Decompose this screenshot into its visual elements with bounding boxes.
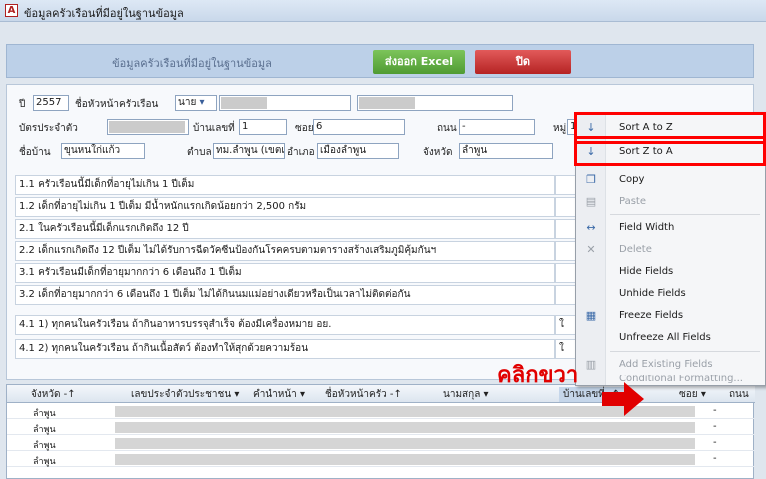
chevron-down-icon: ▾ bbox=[199, 97, 205, 108]
chevron-down-icon: ▾ bbox=[300, 389, 306, 400]
tambon-field[interactable]: ทม.ลำพูน (เขตเมื bbox=[213, 143, 285, 159]
question-row: 1.1 ครัวเรือนนี้มีเด็กที่อายุไม่เกิน 1 ป… bbox=[15, 175, 555, 195]
arrow-icon bbox=[602, 382, 644, 416]
chevron-down-icon: ▾ bbox=[700, 389, 706, 400]
chevron-down-icon: ▾ bbox=[234, 389, 240, 400]
road-label: ถนน bbox=[437, 123, 457, 134]
column-header-road[interactable]: ถนน bbox=[729, 387, 749, 402]
last-name-field[interactable] bbox=[357, 95, 513, 111]
question-row: 4.1 2) ทุกคนในครัวเรือน ถ้ากินเนื้อสัตว์… bbox=[15, 339, 555, 359]
moo-label: หมู่ bbox=[553, 123, 567, 134]
tambon-label: ตำบล bbox=[187, 147, 212, 158]
head-name-label: ชื่อหัวหน้าครัวเรือน bbox=[75, 99, 159, 110]
id-card-label: บัตรประจำตัว bbox=[19, 123, 78, 134]
column-header-head-name[interactable]: ชื่อหัวหน้าครัว -↑ bbox=[325, 387, 402, 402]
window-title: ข้อมูลครัวเรือนที่มีอยู่ในฐานข้อมูล bbox=[24, 7, 184, 20]
column-header-soi[interactable]: ซอย ▾ bbox=[679, 387, 706, 402]
header-banner: ข้อมูลครัวเรือนที่มีอยู่ในฐานข้อมูล ส่งอ… bbox=[6, 44, 754, 78]
village-label: ชื่อบ้าน bbox=[19, 147, 51, 158]
delete-icon: ✕ bbox=[586, 243, 596, 256]
amphoe-label: อำเภอ bbox=[287, 147, 315, 158]
menu-item-label: Unhide Fields bbox=[619, 288, 686, 299]
highlight-box-sort-z-to-a bbox=[574, 136, 766, 166]
sort-icon: -↑ bbox=[389, 389, 402, 400]
add-fields-icon: ▥ bbox=[585, 358, 597, 371]
column-header-surname[interactable]: นามสกุล ▾ bbox=[443, 387, 489, 402]
province-field[interactable]: ลำพูน bbox=[459, 143, 553, 159]
chevron-down-icon: ▾ bbox=[483, 389, 489, 400]
province-cell: ลำพูน bbox=[33, 441, 56, 451]
menu-item-label: Unfreeze All Fields bbox=[619, 332, 711, 343]
menu-item-add-existing-fields[interactable]: ▥ Add Existing Fields bbox=[576, 354, 765, 376]
prefix-select[interactable]: นาย ▾ bbox=[175, 95, 217, 111]
menu-item-label: Freeze Fields bbox=[619, 310, 684, 321]
menu-item-label: Copy bbox=[619, 174, 645, 185]
province-cell: ลำพูน bbox=[33, 425, 56, 435]
question-row: 1.2 เด็กที่อายุไม่เกิน 1 ปีเต็ม มีน้ำหนั… bbox=[15, 197, 555, 217]
freeze-icon: ▦ bbox=[585, 309, 597, 322]
year-field[interactable]: 2557 bbox=[33, 95, 69, 111]
menu-item-unhide-fields[interactable]: Unhide Fields bbox=[576, 283, 765, 305]
close-button[interactable]: ปิด bbox=[475, 50, 571, 74]
column-header-prefix[interactable]: คำนำหน้า ▾ bbox=[253, 387, 305, 402]
question-row: 3.1 ครัวเรือนมีเด็กที่อายุมากกว่า 6 เดือ… bbox=[15, 263, 555, 283]
first-name-field[interactable] bbox=[219, 95, 351, 111]
question-row: 2.1 ในครัวเรือนนี้มีเด็กแรกเกิดถึง 12 ปี bbox=[15, 219, 555, 239]
road-field[interactable]: - bbox=[459, 119, 535, 135]
menu-item-copy[interactable]: ❐ Copy bbox=[576, 169, 765, 191]
year-label: ปี bbox=[19, 99, 26, 110]
copy-icon: ❐ bbox=[586, 173, 596, 186]
table-row[interactable]: ลำพูน - bbox=[7, 420, 755, 435]
redacted-cell bbox=[115, 438, 695, 449]
road-cell: - bbox=[713, 437, 717, 448]
menu-item-field-width[interactable]: ↔ Field Width bbox=[576, 217, 765, 239]
export-excel-button[interactable]: ส่งออก Excel bbox=[373, 50, 465, 74]
app-icon: A bbox=[5, 4, 18, 17]
menu-item-paste[interactable]: ▤ Paste bbox=[576, 191, 765, 213]
soi-field[interactable]: 6 bbox=[313, 119, 405, 135]
menu-item-label: Field Width bbox=[619, 222, 675, 233]
province-cell: ลำพูน bbox=[33, 409, 56, 419]
field-width-icon: ↔ bbox=[586, 221, 596, 234]
amphoe-field[interactable]: เมืองลำพูน bbox=[317, 143, 399, 159]
road-cell: - bbox=[713, 421, 717, 432]
menu-separator bbox=[610, 351, 760, 352]
banner-title: ข้อมูลครัวเรือนที่มีอยู่ในฐานข้อมูล bbox=[112, 57, 272, 70]
house-no-label: บ้านเลขที่ bbox=[193, 123, 235, 134]
table-row[interactable]: ลำพูน - bbox=[7, 452, 755, 467]
road-cell: - bbox=[713, 405, 717, 416]
menu-item-label: Add Existing Fields bbox=[619, 359, 713, 370]
paste-icon: ▤ bbox=[585, 195, 597, 208]
village-field[interactable]: ขุนหนใก่แก้ว bbox=[61, 143, 145, 159]
column-header-citizen-id[interactable]: เลขประจำตัวประชาชน ▾ bbox=[131, 387, 239, 402]
menu-item-delete[interactable]: ✕ Delete bbox=[576, 239, 765, 261]
redacted-cell bbox=[115, 454, 695, 465]
menu-item-freeze-fields[interactable]: ▦ Freeze Fields bbox=[576, 305, 765, 327]
id-card-field[interactable] bbox=[107, 119, 189, 135]
road-cell: - bbox=[713, 453, 717, 464]
question-row: 3.2 เด็กที่อายุมากกว่า 6 เดือนถึง 1 ปีเต… bbox=[15, 285, 555, 305]
menu-item-label: Paste bbox=[619, 196, 646, 207]
province-label: จังหวัด bbox=[423, 147, 453, 158]
soi-label: ซอย bbox=[295, 123, 314, 134]
question-row: 2.2 เด็กแรกเกิดถึง 12 ปีเต็ม ไม่ได้รับกา… bbox=[15, 241, 555, 261]
right-click-annotation: คลิกขวา bbox=[497, 363, 579, 388]
question-row: 4.1 1) ทุกคนในครัวเรือน ถ้ากินอาหารบรรจุ… bbox=[15, 315, 555, 335]
menu-item-label: Delete bbox=[619, 244, 652, 255]
province-cell: ลำพูน bbox=[33, 457, 56, 467]
redacted-cell bbox=[115, 422, 695, 433]
house-no-field[interactable]: 1 bbox=[239, 119, 287, 135]
menu-item-hide-fields[interactable]: Hide Fields bbox=[576, 261, 765, 283]
menu-separator bbox=[610, 214, 760, 215]
menu-item-unfreeze-all-fields[interactable]: Unfreeze All Fields bbox=[576, 327, 765, 349]
menu-item-label: Hide Fields bbox=[619, 266, 674, 277]
window-titlebar: A ข้อมูลครัวเรือนที่มีอยู่ในฐานข้อมูล bbox=[0, 0, 766, 22]
column-header-province[interactable]: จังหวัด -↑ bbox=[31, 387, 76, 402]
sort-icon: -↑ bbox=[63, 389, 76, 400]
table-row[interactable]: ลำพูน - bbox=[7, 436, 755, 451]
